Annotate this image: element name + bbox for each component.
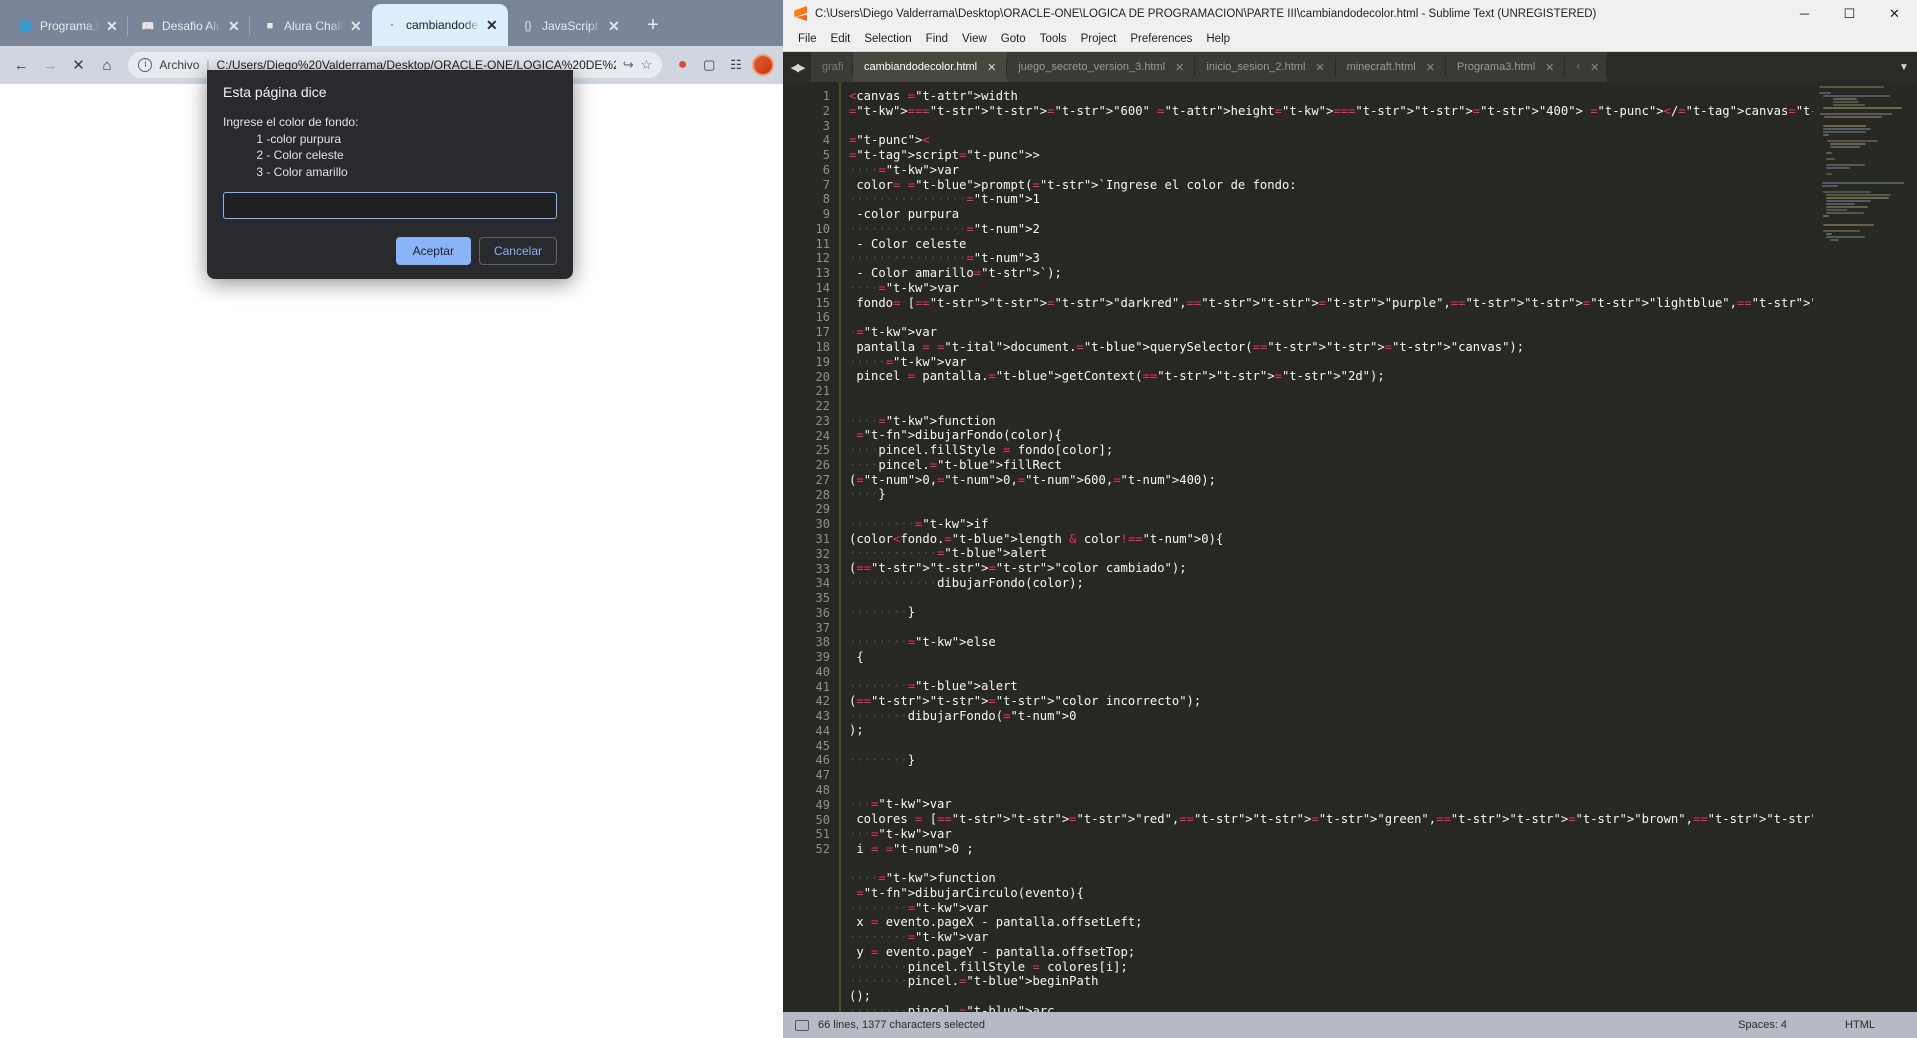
share-icon[interactable]: ↪ (623, 57, 634, 73)
tab-label: inicio_sesion_2.html (1206, 61, 1306, 73)
tab-label: ‹ (1576, 61, 1581, 73)
sublime-title-bar: C:\Users\Diego Valderrama\Desktop\ORACLE… (783, 0, 1917, 27)
code-minimap[interactable] (1813, 82, 1917, 1012)
code-content[interactable]: <canvas ="t-attr">width ="t-kw">==="t-str… (841, 82, 1917, 1012)
book-icon: 📖 (141, 20, 155, 33)
editor-tab-cambiandodecolor[interactable]: cambiandodecolor.html ✕ (853, 52, 1008, 82)
close-icon[interactable]: ✕ (350, 19, 364, 33)
extensions-puzzle-icon[interactable]: ☷ (724, 52, 749, 78)
editor-tab-programa3[interactable]: Programa3.html ✕ (1445, 52, 1566, 82)
back-icon[interactable]: ← (8, 51, 35, 79)
tab-label: juego_secreto_version_3.html (1018, 61, 1166, 73)
close-icon[interactable]: ✕ (228, 19, 242, 33)
home-icon[interactable]: ⌂ (94, 51, 121, 79)
line-number-gutter: 1 2 3 4 5 6 7 8 9 10 11 12 13 14 15 16 17 18 19 20 21 22 23 24 2… (783, 82, 841, 1012)
indentation-setting[interactable]: Spaces: 4 (1738, 1019, 1787, 1031)
editor-tab-overflow-partial[interactable]: ‹ ✕ (1565, 52, 1608, 82)
tab-scroll-arrows[interactable]: ◀ ▶ (783, 52, 811, 82)
sublime-text-window: C:\Users\Diego Valderrama\Desktop\ORACLE… (783, 0, 1917, 1038)
console-toggle-icon[interactable] (795, 1019, 809, 1031)
menu-project[interactable]: Project (1074, 27, 1124, 52)
browser-tab-3[interactable]: · cambiandode ✕ (372, 4, 508, 46)
javascript-prompt-dialog: Esta página dice Ingrese el color de fon… (207, 70, 573, 279)
close-icon[interactable]: ✕ (106, 19, 120, 33)
sublime-status-bar: 66 lines, 1377 characters selected Space… (783, 1012, 1917, 1038)
new-tab-button[interactable]: + (638, 11, 668, 41)
menu-tools[interactable]: Tools (1033, 27, 1074, 52)
selection-status: 66 lines, 1377 characters selected (818, 1019, 985, 1031)
maximize-button[interactable]: ☐ (1827, 0, 1872, 27)
browser-tab-title: Programa.htm (40, 19, 100, 33)
accept-button[interactable]: Aceptar (395, 237, 471, 265)
editor-tab-inicio-sesion[interactable]: inicio_sesion_2.html ✕ (1195, 52, 1336, 82)
menu-goto[interactable]: Goto (994, 27, 1033, 52)
dialog-title: Esta página dice (223, 84, 327, 100)
tab-label: grafi (822, 61, 844, 73)
alura-logo-icon: ■ (266, 20, 274, 32)
tab-overflow-menu-icon[interactable]: ▼ (1891, 52, 1917, 82)
browser-tab-title: Alura Challen (284, 19, 344, 33)
menu-help[interactable]: Help (1199, 27, 1237, 52)
close-button[interactable]: ✕ (1872, 0, 1917, 27)
close-icon[interactable]: ✕ (486, 18, 500, 32)
chrome-browser-window: 🌐 Programa.htm ✕ 📖 Desafio Alura ✕ ■ Alu… (0, 0, 783, 1038)
browser-tab-strip: 🌐 Programa.htm ✕ 📖 Desafio Alura ✕ ■ Alu… (0, 0, 783, 46)
cancel-button[interactable]: Cancelar (478, 237, 557, 265)
menu-preferences[interactable]: Preferences (1123, 27, 1199, 52)
adblock-extension-icon[interactable]: ● (670, 52, 695, 78)
close-icon[interactable]: ✕ (1590, 61, 1599, 74)
browser-tab-title: JavaScript - I (542, 19, 602, 33)
tab-label: Programa3.html (1456, 61, 1536, 73)
close-icon[interactable]: ✕ (608, 19, 622, 33)
dialog-message: Ingrese el color de fondo: 1 -color purp… (223, 115, 359, 179)
browser-tab-1[interactable]: 📖 Desafio Alura ✕ (127, 6, 250, 46)
code-editor[interactable]: 1 2 3 4 5 6 7 8 9 10 11 12 13 14 15 16 17 18 19 20 21 22 23 24 2… (783, 82, 1917, 1012)
window-title: C:\Users\Diego Valderrama\Desktop\ORACLE… (815, 7, 1597, 20)
tab-label: cambiandodecolor.html (864, 61, 978, 73)
menu-find[interactable]: Find (919, 27, 955, 52)
cast-icon[interactable]: ▢ (697, 52, 722, 78)
close-icon[interactable]: ✕ (1426, 61, 1435, 74)
browser-tab-0[interactable]: 🌐 Programa.htm ✕ (6, 6, 128, 46)
browser-tab-2[interactable]: ■ Alura Challen ✕ (249, 6, 372, 46)
dialog-text-input[interactable] (223, 192, 557, 219)
close-icon[interactable]: ✕ (1545, 61, 1554, 74)
scheme-label: Archivo (159, 58, 200, 72)
close-icon[interactable]: ✕ (1315, 61, 1324, 74)
forward-icon[interactable]: → (37, 51, 64, 79)
sublime-logo-icon (794, 6, 807, 21)
menu-edit[interactable]: Edit (824, 27, 858, 52)
menu-file[interactable]: File (791, 27, 824, 52)
close-icon[interactable]: ✕ (987, 61, 996, 74)
stop-icon[interactable]: ✕ (65, 51, 92, 79)
avatar[interactable] (750, 52, 775, 78)
menu-selection[interactable]: Selection (857, 27, 918, 52)
browser-tab-4[interactable]: {} JavaScript - I ✕ (508, 6, 630, 46)
sublime-menu-bar: File Edit Selection Find View Goto Tools… (783, 27, 1917, 52)
minimize-button[interactable]: ─ (1782, 0, 1827, 27)
site-info-icon[interactable]: i (138, 58, 153, 72)
globe-icon: 🌐 (19, 20, 33, 33)
browser-tab-title: cambiandode (406, 18, 479, 32)
editor-tab-juego-secreto[interactable]: juego_secreto_version_3.html ✕ (1007, 52, 1196, 82)
browser-tab-title: Desafio Alura (162, 19, 222, 33)
editor-tab-grafi[interactable]: grafi (811, 52, 853, 82)
sublime-tab-bar: ◀ ▶ grafi cambiandodecolor.html ✕ juego_s… (783, 52, 1917, 82)
close-icon[interactable]: ✕ (1175, 61, 1184, 74)
chevron-right-icon[interactable]: ▶ (797, 61, 806, 74)
tab-label: minecraft.html (1346, 61, 1416, 73)
page-icon: · (390, 19, 394, 31)
braces-icon: {} (524, 20, 532, 32)
bookmark-star-icon[interactable]: ☆ (641, 57, 653, 73)
editor-tab-minecraft[interactable]: minecraft.html ✕ (1335, 52, 1447, 82)
syntax-mode[interactable]: HTML (1845, 1019, 1875, 1031)
dialog-actions: Aceptar Cancelar (223, 219, 557, 279)
menu-view[interactable]: View (955, 27, 994, 52)
